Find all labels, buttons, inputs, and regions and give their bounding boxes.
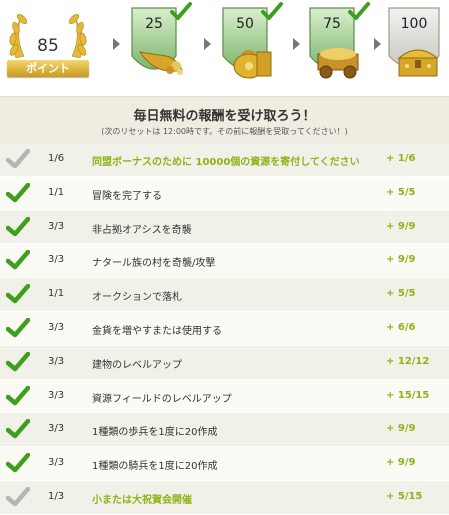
task-reward: + 5/5 bbox=[386, 186, 416, 198]
task-row[interactable]: 3/3 建物のレベルアップ + 12/12 bbox=[0, 345, 449, 380]
task-progress: 3/3 bbox=[48, 321, 65, 333]
milestone-100[interactable]: 100 bbox=[385, 2, 449, 88]
task-reward: + 9/9 bbox=[386, 423, 416, 435]
task-row[interactable]: 1/6 同盟ボーナスのために 10000個の資源を寄付してください + 1/6 bbox=[0, 143, 449, 177]
cornucopia-icon bbox=[138, 51, 183, 75]
task-progress: 3/3 bbox=[48, 220, 65, 232]
task-row[interactable]: 3/3 ナタール族の村を奇襲/攻撃 + 9/9 bbox=[0, 244, 449, 279]
task-progress: 1/3 bbox=[48, 490, 65, 502]
task-row[interactable]: 3/3 資源フィールドのレベルアップ + 15/15 bbox=[0, 379, 449, 414]
task-progress: 3/3 bbox=[48, 355, 65, 367]
task-row[interactable]: 3/3 1種類の歩兵を1度に20作成 + 9/9 bbox=[0, 413, 449, 448]
task-reward: + 9/9 bbox=[386, 457, 416, 469]
check-icon bbox=[261, 2, 283, 20]
check-icon bbox=[5, 317, 31, 338]
check-icon bbox=[5, 182, 31, 203]
task-description: 冒険を完了する bbox=[92, 190, 162, 202]
task-description: 金貨を増やすまたは使用する bbox=[92, 325, 222, 337]
money-bag-icon bbox=[233, 50, 272, 79]
task-description: 1種類の騎兵を1度に20作成 bbox=[92, 461, 218, 473]
task-list: 1/6 同盟ボーナスのために 10000個の資源を寄付してください + 1/6 1/1… bbox=[0, 143, 449, 515]
task-description: 1種類の歩兵を1度に20作成 bbox=[92, 427, 218, 439]
milestone-value: 100 bbox=[400, 16, 428, 32]
check-icon bbox=[5, 216, 31, 237]
task-progress: 3/3 bbox=[48, 457, 65, 469]
milestone-75[interactable]: 75 bbox=[306, 2, 372, 88]
treasure-cart-icon bbox=[317, 48, 359, 79]
check-icon bbox=[5, 385, 31, 406]
task-progress: 1/1 bbox=[48, 186, 65, 198]
reward-progress-strip: 85 ポイント 25 50 75 100 bbox=[0, 0, 449, 96]
check-icon bbox=[5, 351, 31, 372]
task-reward: + 5/5 bbox=[386, 288, 416, 300]
check-icon bbox=[348, 2, 370, 20]
treasure-chest-icon bbox=[397, 49, 439, 77]
arrow-right-icon bbox=[293, 38, 300, 50]
points-badge: 85 ポイント bbox=[2, 6, 94, 82]
check-icon bbox=[170, 2, 192, 20]
task-progress: 1/6 bbox=[48, 153, 65, 164]
task-progress: 3/3 bbox=[48, 389, 65, 401]
check-icon bbox=[5, 452, 31, 473]
check-icon bbox=[5, 250, 31, 270]
check-icon bbox=[5, 419, 31, 439]
task-progress: 3/3 bbox=[48, 423, 65, 435]
check-pending-icon bbox=[5, 148, 31, 169]
points-label: ポイント bbox=[7, 60, 89, 77]
task-progress: 3/3 bbox=[48, 254, 65, 266]
task-row[interactable]: 1/1 オークションで落札 + 5/5 bbox=[0, 278, 449, 312]
task-reward: + 15/15 bbox=[386, 389, 430, 401]
task-description: 小または大祝賀会開催 bbox=[92, 494, 192, 506]
reset-notice: (次のリセットは 12:00時です。その前に報酬を受取ってください！) bbox=[101, 127, 348, 136]
task-description: 資源フィールドのレベルアップ bbox=[92, 393, 232, 405]
check-icon bbox=[5, 283, 31, 304]
task-description: 同盟ボーナスのために 10000個の資源を寄付してください bbox=[92, 157, 360, 168]
task-reward: + 6/6 bbox=[386, 321, 416, 333]
task-progress: 1/1 bbox=[48, 288, 65, 300]
arrow-right-icon bbox=[374, 38, 381, 50]
milestone-25[interactable]: 25 bbox=[128, 2, 194, 88]
task-description: ナタール族の村を奇襲/攻撃 bbox=[92, 258, 216, 270]
milestone-50[interactable]: 50 bbox=[219, 2, 285, 88]
task-reward: + 5/15 bbox=[386, 490, 423, 502]
task-reward: + 9/9 bbox=[386, 220, 416, 232]
task-reward: + 12/12 bbox=[386, 355, 430, 367]
task-row[interactable]: 3/3 金貨を増やすまたは使用する + 6/6 bbox=[0, 311, 449, 346]
check-pending-icon bbox=[5, 486, 31, 507]
task-reward: + 9/9 bbox=[386, 254, 416, 266]
task-reward: + 1/6 bbox=[386, 153, 416, 164]
task-row[interactable]: 1/1 冒険を完了する + 5/5 bbox=[0, 176, 449, 211]
arrow-right-icon bbox=[204, 38, 211, 50]
task-row[interactable]: 3/3 1種類の騎兵を1度に20作成 + 9/9 bbox=[0, 447, 449, 481]
task-row[interactable]: 1/3 小または大祝賀会開催 + 5/15 bbox=[0, 480, 449, 515]
task-description: 建物のレベルアップ bbox=[92, 359, 182, 371]
page-title: 毎日無料の報酬を受け取ろう！ bbox=[133, 109, 316, 124]
task-description: オークションで落札 bbox=[92, 292, 182, 304]
daily-rewards-header: 毎日無料の報酬を受け取ろう！ (次のリセットは 12:00時です。その前に報酬を… bbox=[0, 96, 449, 144]
arrow-right-icon bbox=[113, 38, 120, 50]
task-row[interactable]: 3/3 非占拠オアシスを奇襲 + 9/9 bbox=[0, 210, 449, 245]
points-value: 85 bbox=[37, 36, 59, 56]
task-description: 非占拠オアシスを奇襲 bbox=[92, 224, 192, 236]
